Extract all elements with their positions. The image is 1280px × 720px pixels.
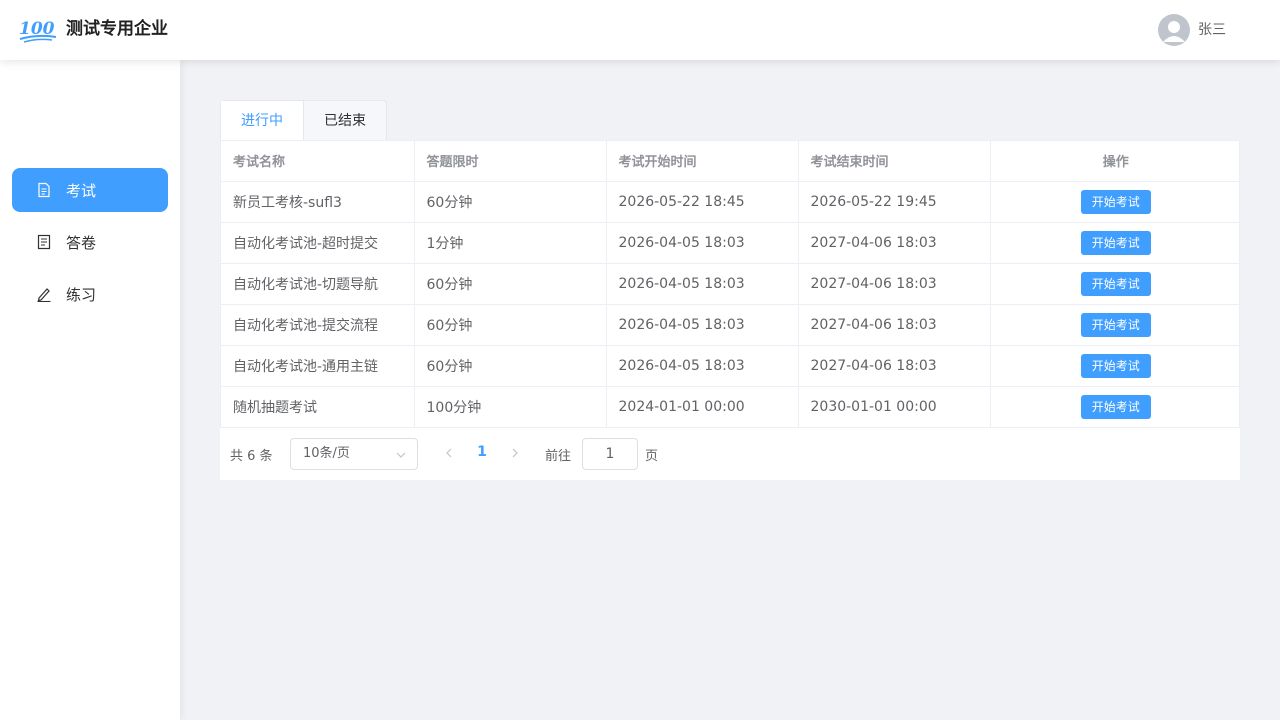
chevron-left-icon[interactable]: [442, 446, 456, 460]
cell-end-time: 2027-04-06 18:03: [798, 345, 991, 387]
cell-end-time: 2030-01-01 00:00: [798, 386, 991, 428]
sidebar: 考试 答卷 练习: [0, 60, 180, 720]
sidebar-item-answer-sheet[interactable]: 答卷: [12, 220, 168, 264]
cell-start-time: 2026-04-05 18:03: [606, 263, 799, 305]
sidebar-item-exam[interactable]: 考试: [12, 168, 168, 212]
goto-label: 前往: [545, 449, 572, 464]
table-row: 自动化考试池-超时提交 1分钟 2026-04-05 18:03 2027-04…: [221, 222, 1241, 264]
cell-start-time: 2024-01-01 00:00: [606, 386, 799, 428]
column-header-time-limit: 答题限时: [414, 141, 607, 182]
cell-exam-name: 自动化考试池-切题导航: [221, 263, 415, 305]
cell-time-limit: 100分钟: [414, 386, 607, 428]
sidebar-item-label: 答卷: [66, 233, 97, 252]
tab-ended[interactable]: 已结束: [304, 101, 386, 141]
cell-time-limit: 60分钟: [414, 263, 607, 305]
document-icon: [38, 182, 50, 198]
start-exam-button[interactable]: 开始考试: [1080, 189, 1151, 214]
cell-action: 开始考试: [990, 304, 1241, 346]
cell-time-limit: 60分钟: [414, 181, 607, 223]
cell-start-time: 2026-04-05 18:03: [606, 345, 799, 387]
start-exam-button[interactable]: 开始考试: [1080, 230, 1151, 255]
goto-page-input[interactable]: [582, 438, 638, 470]
cell-end-time: 2027-04-06 18:03: [798, 304, 991, 346]
table-row: 自动化考试池-通用主链 60分钟 2026-04-05 18:03 2027-0…: [221, 345, 1241, 387]
cell-action: 开始考试: [990, 222, 1241, 264]
logo-100-icon: 100: [19, 19, 57, 43]
column-header-start-time: 考试开始时间: [606, 141, 799, 182]
cell-time-limit: 60分钟: [414, 345, 607, 387]
table-row: 自动化考试池-提交流程 60分钟 2026-04-05 18:03 2027-0…: [221, 304, 1241, 346]
sidebar-item-label: 练习: [66, 285, 97, 304]
column-header-end-time: 考试结束时间: [798, 141, 991, 182]
sidebar-item-practice[interactable]: 练习: [12, 272, 168, 316]
page-size-select[interactable]: 10条/页: [290, 438, 418, 470]
pagination: 共 6 条 10条/页 1 前往 页: [220, 428, 1240, 480]
start-exam-button[interactable]: 开始考试: [1080, 353, 1151, 378]
start-exam-button[interactable]: 开始考试: [1080, 271, 1151, 296]
main-content: 进行中 已结束 考试名称 答题限时 考试开始时间 考试结束时间 操作 新员工考核…: [180, 60, 1280, 720]
cell-start-time: 2026-04-05 18:03: [606, 304, 799, 346]
cell-exam-name: 自动化考试池-提交流程: [221, 304, 415, 346]
cell-action: 开始考试: [990, 263, 1241, 305]
page-size-value: 10条/页: [303, 446, 350, 461]
start-exam-button[interactable]: 开始考试: [1080, 312, 1151, 337]
sidebar-item-label: 考试: [66, 181, 97, 200]
table-header-row: 考试名称 答题限时 考试开始时间 考试结束时间 操作: [221, 141, 1241, 182]
cell-end-time: 2026-05-22 19:45: [798, 181, 991, 223]
cell-end-time: 2027-04-06 18:03: [798, 263, 991, 305]
start-exam-button[interactable]: 开始考试: [1080, 394, 1151, 419]
cell-start-time: 2026-04-05 18:03: [606, 222, 799, 264]
user-silhouette-icon: [1163, 21, 1185, 42]
table-row: 自动化考试池-切题导航 60分钟 2026-04-05 18:03 2027-0…: [221, 263, 1241, 305]
pagination-total: 共 6 条: [230, 449, 273, 464]
username[interactable]: 张三: [1198, 20, 1226, 40]
exam-table: 考试名称 答题限时 考试开始时间 考试结束时间 操作 新员工考核-sufl3 6…: [220, 140, 1241, 429]
cell-exam-name: 自动化考试池-通用主链: [221, 345, 415, 387]
tab-in-progress[interactable]: 进行中: [221, 101, 304, 142]
cell-end-time: 2027-04-06 18:03: [798, 222, 991, 264]
cell-time-limit: 60分钟: [414, 304, 607, 346]
exam-tabs: 进行中 已结束: [220, 100, 387, 142]
cell-time-limit: 1分钟: [414, 222, 607, 264]
cell-action: 开始考试: [990, 345, 1241, 387]
cell-exam-name: 随机抽题考试: [221, 386, 415, 428]
page-number-current[interactable]: 1: [475, 444, 489, 460]
chevron-down-icon: [396, 452, 406, 458]
table-row: 随机抽题考试 100分钟 2024-01-01 00:00 2030-01-01…: [221, 386, 1241, 428]
company-name: 测试专用企业: [66, 19, 168, 39]
cell-start-time: 2026-05-22 18:45: [606, 181, 799, 223]
chevron-right-icon[interactable]: [508, 446, 522, 460]
cell-action: 开始考试: [990, 386, 1241, 428]
answer-sheet-icon: [37, 234, 51, 250]
page-unit-label: 页: [645, 449, 659, 464]
pen-icon: [37, 288, 51, 302]
column-header-exam-name: 考试名称: [221, 141, 415, 182]
cell-exam-name: 自动化考试池-超时提交: [221, 222, 415, 264]
column-header-action: 操作: [990, 141, 1241, 182]
cell-action: 开始考试: [990, 181, 1241, 223]
user-avatar[interactable]: [1158, 14, 1190, 46]
cell-exam-name: 新员工考核-sufl3: [221, 181, 415, 223]
table-row: 新员工考核-sufl3 60分钟 2026-05-22 18:45 2026-0…: [221, 181, 1241, 223]
top-header: 100 测试专用企业 张三: [0, 0, 1280, 60]
